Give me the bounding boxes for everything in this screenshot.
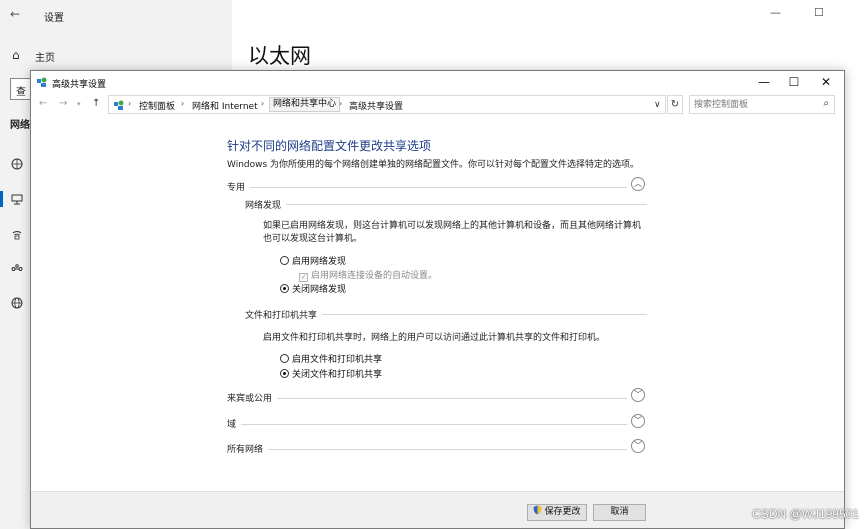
divider — [245, 204, 647, 205]
domain-label: 域 — [227, 417, 242, 430]
cancel-button[interactable]: 取消 — [593, 504, 646, 521]
page-description: Windows 为你所使用的每个网络创建单独的网络配置文件。你可以针对每个配置文… — [227, 160, 640, 170]
back-arrow-icon[interactable]: ← — [10, 7, 20, 21]
radio-file-sharing-off[interactable]: 关闭文件和打印机共享 — [280, 367, 383, 380]
chevron-down-icon[interactable]: ﹀ — [631, 388, 645, 402]
divider — [227, 398, 627, 399]
footer-bar: 保存更改 取消 — [31, 491, 844, 528]
radio-discovery-on[interactable]: 启用网络发现 — [280, 254, 347, 267]
advanced-sharing-window: 高级共享设置 — ☐ ✕ ← → ▾ ↑ › 控制面板 › 网络和 Intern… — [30, 70, 845, 529]
breadcrumb-network-internet[interactable]: 网络和 Internet — [192, 99, 258, 112]
address-network-icon — [114, 100, 124, 110]
forward-icon[interactable]: → — [59, 98, 67, 109]
save-changes-label: 保存更改 — [544, 507, 581, 517]
all-networks-label: 所有网络 — [227, 442, 269, 455]
radio-button[interactable] — [280, 354, 289, 363]
network-status-icon[interactable] — [11, 158, 23, 170]
page-heading: 针对不同的网络配置文件更改共享选项 — [227, 139, 432, 153]
breadcrumb-control-panel[interactable]: 控制面板 — [139, 99, 175, 112]
content-pane: 针对不同的网络配置文件更改共享选项 Windows 为你所使用的每个网络创建单独… — [31, 119, 844, 489]
checkbox-disabled: ✓ — [299, 273, 308, 282]
recent-dropdown-icon[interactable]: ▾ — [77, 100, 81, 108]
chevron-down-icon[interactable]: ﹀ — [631, 414, 645, 428]
checkbox-auto-setup: ✓ 启用网络连接设备的自动设置。 — [299, 268, 437, 282]
ethernet-icon[interactable] — [11, 193, 23, 205]
file-sharing-label: 文件和打印机共享 — [245, 308, 323, 321]
page-title: 以太网 — [248, 44, 311, 68]
auto-setup-label: 启用网络连接设备的自动设置。 — [311, 271, 438, 281]
save-changes-button[interactable]: 保存更改 — [527, 504, 587, 521]
radio-button-checked[interactable] — [280, 284, 289, 293]
search-input[interactable] — [694, 98, 814, 112]
radio-discovery-off-label: 关闭网络发现 — [292, 285, 347, 295]
chevron-up-icon[interactable]: ︿ — [631, 177, 645, 191]
guest-public-profile-header[interactable]: 来宾或公用 ﹀ — [227, 388, 649, 405]
breadcrumb-separator-icon: › — [339, 99, 343, 108]
close-button[interactable]: ✕ — [811, 73, 841, 91]
refresh-icon[interactable]: ↻ — [667, 95, 683, 114]
maximize-button[interactable]: ☐ — [779, 73, 809, 91]
settings-home-link[interactable]: 主页 — [35, 49, 55, 64]
chevron-down-icon[interactable]: ﹀ — [631, 439, 645, 453]
divider — [227, 424, 627, 425]
search-icon[interactable]: ⌕ — [823, 98, 829, 109]
all-networks-profile-header[interactable]: 所有网络 ﹀ — [227, 439, 649, 456]
settings-titlebar: ← 设置 — ☐ — [0, 0, 865, 28]
settings-minimize-button[interactable]: — — [770, 6, 781, 19]
guest-public-label: 来宾或公用 — [227, 391, 278, 404]
radio-file-sharing-off-label: 关闭文件和打印机共享 — [292, 370, 383, 380]
breadcrumb-separator-icon: › — [181, 99, 185, 108]
radio-discovery-off[interactable]: 关闭网络发现 — [280, 282, 347, 295]
up-arrow-icon[interactable]: ↑ — [92, 98, 100, 109]
address-bar[interactable]: › 控制面板 › 网络和 Internet › 网络和共享中心 › 高级共享设置… — [108, 95, 666, 114]
radio-button-checked[interactable] — [280, 369, 289, 378]
back-icon[interactable]: ← — [39, 98, 47, 109]
divider — [227, 449, 627, 450]
radio-button[interactable] — [280, 256, 289, 265]
window-title: 高级共享设置 — [52, 80, 107, 90]
breadcrumb-sharing-center[interactable]: 网络和共享中心 — [269, 97, 341, 112]
home-icon[interactable]: ⌂ — [12, 48, 20, 62]
settings-maximize-button[interactable]: ☐ — [814, 6, 824, 19]
network-discovery-label: 网络发现 — [245, 198, 287, 211]
file-sharing-description: 启用文件和打印机共享时，网络上的用户可以访问通过此计算机共享的文件和打印机。 — [263, 333, 606, 343]
globe-icon[interactable] — [11, 297, 23, 309]
network-discovery-description: 如果已启用网络发现，则这台计算机可以发现网络上的其他计算机和设备，而且其他网络计… — [263, 221, 642, 244]
file-sharing-header: 文件和打印机共享 — [245, 308, 647, 321]
address-dropdown-icon[interactable]: ∨ — [654, 100, 661, 110]
radio-file-sharing-on[interactable]: 启用文件和打印机共享 — [280, 352, 383, 365]
breadcrumb-separator-icon: › — [261, 99, 265, 108]
private-profile-header[interactable]: 专用 ︿ — [227, 177, 649, 194]
divider — [227, 187, 627, 188]
dialup-icon[interactable] — [11, 228, 23, 240]
private-profile-label: 专用 — [227, 180, 251, 193]
cp-titlebar[interactable]: 高级共享设置 — ☐ ✕ — [31, 71, 844, 93]
radio-file-sharing-on-label: 启用文件和打印机共享 — [292, 355, 383, 365]
uac-shield-icon — [533, 505, 542, 515]
vpn-icon[interactable] — [11, 263, 23, 275]
breadcrumb-advanced-sharing[interactable]: 高级共享设置 — [349, 99, 403, 112]
breadcrumb-separator-icon: › — [128, 99, 132, 108]
settings-title: 设置 — [44, 13, 64, 24]
sidebar-selected-indicator — [0, 191, 3, 207]
network-center-icon — [37, 77, 47, 87]
address-toolbar: ← → ▾ ↑ › 控制面板 › 网络和 Internet › 网络和共享中心 … — [31, 94, 844, 116]
domain-profile-header[interactable]: 域 ﹀ — [227, 414, 649, 431]
network-discovery-header: 网络发现 — [245, 198, 647, 211]
search-box[interactable]: ⌕ — [689, 95, 835, 114]
watermark: CSDN @WJ199501 — [752, 507, 859, 521]
radio-discovery-on-label: 启用网络发现 — [292, 257, 347, 267]
minimize-button[interactable]: — — [749, 73, 779, 91]
settings-section-title: 网络 — [10, 120, 30, 131]
